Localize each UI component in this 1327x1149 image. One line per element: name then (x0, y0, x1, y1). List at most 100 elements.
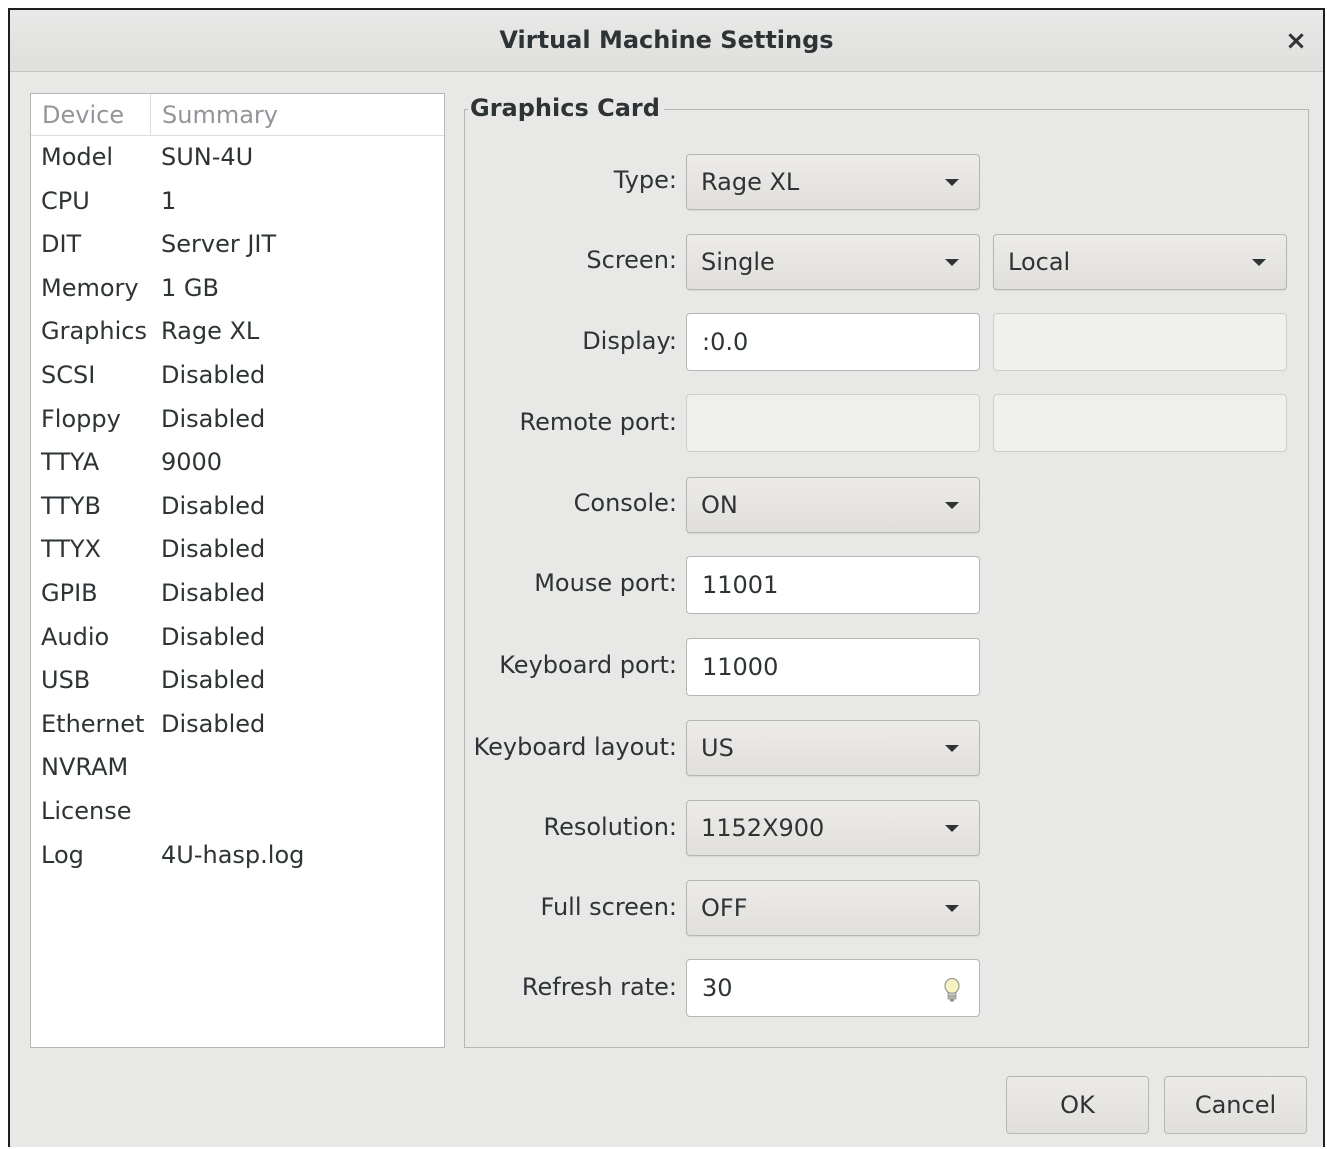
device-name: TTYX (41, 535, 101, 564)
device-name: NVRAM (41, 753, 129, 782)
device-row[interactable]: Graphics Rage XL (31, 310, 444, 354)
close-button[interactable]: × (1279, 24, 1313, 58)
graphics-card-title: Graphics Card (468, 93, 664, 123)
refresh-rate-value: 30 (702, 974, 733, 1002)
device-summary: 1 (161, 186, 177, 215)
keyboard-layout-dropdown[interactable]: US (686, 720, 980, 776)
device-name: CPU (41, 186, 90, 215)
display-label: Display: (582, 327, 677, 355)
device-summary: Disabled (161, 404, 266, 433)
type-value: Rage XL (701, 168, 800, 196)
device-name: Model (41, 143, 114, 171)
resolution-dropdown[interactable]: 1152X900 (686, 800, 980, 856)
device-name: License (41, 796, 132, 825)
chevron-down-icon (945, 179, 959, 186)
keyboard-port-label: Keyboard port: (499, 651, 677, 679)
chevron-down-icon (945, 259, 959, 266)
refresh-rate-input[interactable]: 30 (686, 959, 980, 1017)
device-row[interactable]: GPIB Disabled (31, 572, 444, 616)
device-row[interactable]: TTYA 9000 (31, 441, 444, 485)
device-row[interactable]: DIT Server JIT (31, 223, 444, 267)
chevron-down-icon (1252, 259, 1266, 266)
device-summary: Disabled (161, 491, 266, 520)
device-row[interactable]: Audio Disabled (31, 616, 444, 660)
close-icon: × (1285, 26, 1307, 56)
device-summary: 4U-hasp.log (161, 840, 305, 869)
resolution-value: 1152X900 (701, 814, 825, 842)
column-header-device[interactable]: Device (42, 94, 150, 135)
device-rows: Model SUN-4U CPU 1 DIT Server JIT Memory 1 GB Gr… (31, 136, 444, 877)
lightbulb-icon[interactable] (943, 977, 961, 1003)
cancel-button[interactable]: Cancel (1164, 1076, 1307, 1134)
device-name: Graphics (41, 317, 147, 346)
refresh-rate-label: Refresh rate: (521, 973, 677, 1001)
device-summary: Disabled (161, 622, 266, 651)
keyboard-port-value: 11000 (702, 653, 779, 681)
device-row[interactable]: SCSI Disabled (31, 354, 444, 398)
device-name: Ethernet (41, 709, 145, 738)
screen-mode-value: Local (1008, 248, 1071, 276)
title-bar: Virtual Machine Settings × (10, 10, 1323, 72)
device-row[interactable]: Model SUN-4U (31, 136, 444, 180)
screen-value: Single (701, 248, 775, 276)
device-name: DIT (41, 230, 82, 259)
resolution-label: Resolution: (543, 813, 678, 841)
device-name: SCSI (41, 360, 96, 389)
device-row[interactable]: Floppy Disabled (31, 398, 444, 442)
screen-mode-dropdown[interactable]: Local (993, 234, 1287, 290)
remote-port-secondary-input (993, 394, 1287, 452)
device-row[interactable]: CPU 1 (31, 180, 444, 224)
device-row[interactable]: Memory 1 GB (31, 267, 444, 311)
keyboard-layout-label: Keyboard layout: (473, 733, 677, 761)
device-row[interactable]: License (31, 790, 444, 834)
device-name: Floppy (41, 404, 121, 433)
chevron-down-icon (945, 502, 959, 509)
device-name: GPIB (41, 578, 98, 607)
device-name: TTYB (41, 491, 102, 520)
screen-dropdown[interactable]: Single (686, 234, 980, 290)
remote-port-input (686, 394, 980, 452)
remote-port-label: Remote port: (519, 408, 677, 436)
device-summary: 9000 (161, 448, 223, 477)
device-row[interactable]: NVRAM (31, 746, 444, 790)
console-dropdown[interactable]: ON (686, 477, 980, 533)
full-screen-dropdown[interactable]: OFF (686, 880, 980, 936)
keyboard-port-input[interactable]: 11000 (686, 638, 980, 696)
device-summary: SUN-4U (161, 143, 254, 171)
device-summary: 1 GB (161, 273, 219, 302)
device-name: Log (41, 840, 84, 869)
device-name: Audio (41, 622, 110, 651)
full-screen-label: Full screen: (540, 893, 677, 921)
dialog-title: Virtual Machine Settings (499, 26, 834, 54)
column-header-summary[interactable]: Summary (150, 94, 444, 135)
device-name: USB (41, 666, 91, 695)
device-summary: Disabled (161, 535, 266, 564)
device-list[interactable]: Device Summary Model SUN-4U CPU 1 DIT Server … (30, 93, 445, 1048)
mouse-port-input[interactable]: 11001 (686, 556, 980, 614)
mouse-port-value: 11001 (702, 571, 779, 599)
console-value: ON (701, 491, 738, 519)
device-row[interactable]: Ethernet Disabled (31, 703, 444, 747)
device-summary: Disabled (161, 578, 266, 607)
device-name: TTYA (41, 448, 100, 477)
display-input[interactable]: :0.0 (686, 313, 980, 371)
device-row[interactable]: TTYB Disabled (31, 485, 444, 529)
mouse-port-label: Mouse port: (534, 569, 677, 597)
chevron-down-icon (945, 905, 959, 912)
console-label: Console: (573, 489, 677, 517)
device-list-header: Device Summary (31, 94, 444, 136)
chevron-down-icon (945, 825, 959, 832)
keyboard-layout-value: US (701, 734, 734, 762)
device-row[interactable]: USB Disabled (31, 659, 444, 703)
device-summary: Server JIT (161, 230, 277, 259)
ok-button[interactable]: OK (1006, 1076, 1149, 1134)
chevron-down-icon (945, 745, 959, 752)
device-row[interactable]: TTYX Disabled (31, 528, 444, 572)
full-screen-value: OFF (701, 894, 748, 922)
device-row[interactable]: Log 4U-hasp.log (31, 834, 444, 878)
display-value: :0.0 (702, 328, 749, 356)
device-summary: Disabled (161, 666, 266, 695)
device-summary: Disabled (161, 709, 266, 738)
screen-label: Screen: (586, 246, 677, 274)
type-dropdown[interactable]: Rage XL (686, 154, 980, 210)
